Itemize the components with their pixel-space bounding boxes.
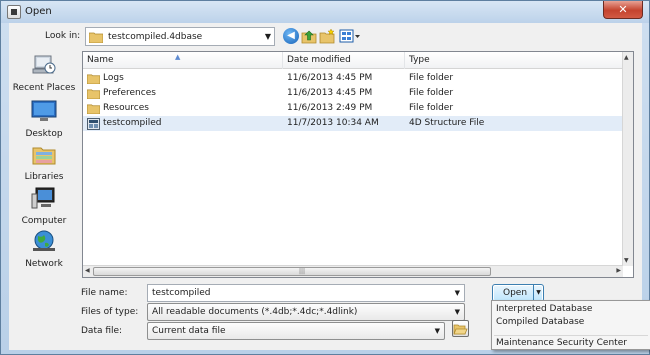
chevron-down-icon[interactable]: ▼ [533, 285, 543, 301]
place-computer[interactable]: Computer [11, 186, 77, 226]
chevron-down-icon: ▼ [434, 327, 440, 335]
place-desktop[interactable]: Desktop [11, 99, 77, 139]
file-name: Resources [103, 103, 149, 113]
desktop-icon [31, 100, 57, 121]
file-type: File folder [409, 88, 454, 98]
computer-icon [31, 187, 55, 209]
scroll-down-icon[interactable]: ▼ [624, 257, 629, 264]
file-name: Preferences [103, 88, 156, 98]
look-in-dropdown[interactable]: testcompiled.4dbase ▼ [85, 27, 275, 46]
scrollbar-thumb[interactable]: ||| [93, 267, 491, 276]
open-options-menu: Interpreted Database Compiled Database M… [491, 300, 650, 350]
column-header-type[interactable]: Type [405, 52, 623, 69]
files-of-type-label: Files of type: [81, 307, 139, 317]
folder-icon [87, 74, 100, 84]
places-bar: Recent Places Desktop Libraries Computer… [11, 51, 81, 346]
column-header-row: ▲ Name Date modified Type [83, 52, 623, 69]
chevron-down-icon[interactable]: ▼ [455, 289, 460, 297]
folder-icon [87, 104, 100, 114]
up-folder-icon[interactable] [301, 28, 317, 44]
file-name-value: testcompiled [152, 288, 211, 298]
file-row-selected[interactable]: testcompiled 11/7/2013 10:34 AM 4D Struc… [83, 116, 623, 131]
dialog-body: Look in: testcompiled.4dbase ▼ ◀ Recent … [9, 23, 650, 350]
menu-item-compiled-database[interactable]: Compiled Database [496, 317, 584, 327]
file-type: File folder [409, 103, 454, 113]
window-title: Open [25, 6, 52, 17]
vertical-scrollbar[interactable]: ▲ ▼ [622, 52, 633, 266]
folder-icon [89, 32, 103, 43]
column-header-label: Date modified [287, 55, 351, 65]
file-row[interactable]: Resources 11/6/2013 2:49 PM File folder [83, 101, 623, 116]
browse-data-file-button[interactable] [452, 320, 469, 337]
app-icon [7, 5, 21, 19]
file-list[interactable]: ▲ Name Date modified Type Logs 11/6/2013… [82, 51, 634, 278]
file-name-input[interactable]: testcompiled ▼ [147, 284, 465, 302]
grip-icon: ||| [299, 268, 306, 275]
column-header-name[interactable]: ▲ Name [83, 52, 283, 69]
menu-item-interpreted-database[interactable]: Interpreted Database [496, 304, 592, 314]
back-icon[interactable]: ◀ [283, 28, 299, 44]
menu-separator [494, 335, 648, 336]
place-label: Desktop [25, 129, 63, 139]
open-button-label: Open [503, 288, 528, 298]
menu-item-maintenance-security-center[interactable]: Maintenance Security Center [496, 338, 627, 348]
file-row[interactable]: Logs 11/6/2013 4:45 PM File folder [83, 71, 623, 86]
place-label: Recent Places [12, 83, 76, 93]
file-date: 11/7/2013 10:34 AM [287, 118, 379, 128]
place-label: Network [25, 259, 63, 269]
open-folder-icon [453, 324, 468, 335]
folder-icon [87, 89, 100, 99]
views-menu-icon[interactable] [339, 28, 361, 44]
column-header-label: Name [87, 55, 114, 65]
scroll-left-icon[interactable]: ◀ [85, 267, 90, 274]
data-file-label: Data file: [81, 326, 123, 336]
data-file-value: Current data file [152, 326, 226, 336]
title-bar[interactable]: Open ✕ [1, 1, 649, 23]
column-header-date[interactable]: Date modified [283, 52, 405, 69]
file-name: Logs [103, 73, 124, 83]
file-date: 11/6/2013 4:45 PM [287, 88, 373, 98]
file-date: 11/6/2013 2:49 PM [287, 103, 373, 113]
network-icon [33, 230, 55, 251]
chevron-down-icon: ▼ [264, 32, 271, 41]
place-network[interactable]: Network [11, 229, 77, 269]
look-in-value: testcompiled.4dbase [108, 32, 203, 42]
files-of-type-value: All readable documents (*.4db;*.4dc;*.4d… [152, 307, 358, 317]
new-folder-icon[interactable] [319, 28, 335, 44]
file-name: testcompiled [103, 118, 162, 128]
look-in-label: Look in: [45, 31, 81, 41]
horizontal-scrollbar[interactable]: ◀ ||| ▶ [83, 265, 623, 277]
file-row[interactable]: Preferences 11/6/2013 4:45 PM File folde… [83, 86, 623, 101]
files-of-type-select[interactable]: All readable documents (*.4db;*.4dc;*.4d… [147, 303, 465, 321]
sort-ascending-icon: ▲ [175, 53, 181, 61]
file-name-label: File name: [81, 288, 128, 298]
place-label: Computer [21, 216, 67, 226]
scroll-up-icon[interactable]: ▲ [624, 54, 629, 61]
recent-places-icon [32, 55, 56, 74]
place-label: Libraries [24, 172, 64, 182]
place-recent-places[interactable]: Recent Places [11, 53, 77, 93]
file-date: 11/6/2013 4:45 PM [287, 73, 373, 83]
libraries-icon [32, 147, 56, 165]
file-type: File folder [409, 73, 454, 83]
4d-structure-file-icon [87, 118, 100, 130]
file-type: 4D Structure File [409, 118, 485, 128]
place-libraries[interactable]: Libraries [11, 142, 77, 182]
chevron-down-icon: ▼ [454, 308, 460, 316]
column-header-label: Type [409, 55, 430, 65]
scroll-right-icon[interactable]: ▶ [616, 267, 621, 274]
open-dialog-window: Open ✕ Look in: testcompiled.4dbase ▼ ◀ [0, 0, 650, 355]
data-file-select[interactable]: Current data file ▼ [147, 322, 445, 340]
close-button[interactable]: ✕ [603, 1, 643, 19]
